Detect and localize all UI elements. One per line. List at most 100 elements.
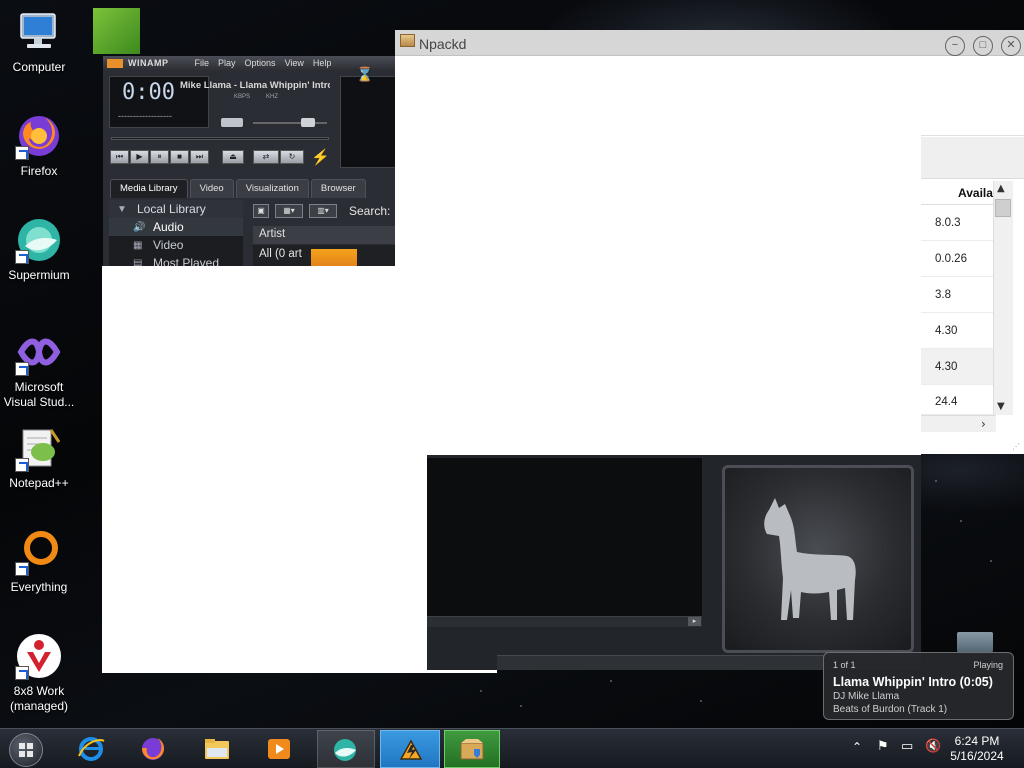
resize-grip-icon[interactable]: ⋰ <box>1012 442 1021 451</box>
scroll-down-icon[interactable]: ▼ <box>997 401 1005 412</box>
seek-bar[interactable] <box>111 137 329 140</box>
playback-time: 0:00 <box>122 80 175 105</box>
recycle-bin-icon[interactable] <box>957 632 993 654</box>
tab-visualization[interactable]: Visualization <box>235 179 309 198</box>
desktop-icon-label: Microsoft Visual Stud... <box>3 380 75 409</box>
volume-slider[interactable] <box>301 118 315 127</box>
library-tabs: Media Library Video Visualization Browse… <box>110 179 366 198</box>
start-button[interactable] <box>9 733 43 767</box>
desktop-icon-firefox[interactable]: Firefox <box>0 112 78 179</box>
taskbar-npackd[interactable] <box>444 730 500 768</box>
winamp-menu: File Play Options View Help <box>195 58 341 68</box>
version-cell[interactable]: 0.0.26 <box>921 241 993 277</box>
lightning-icon[interactable]: ⚡ <box>311 148 330 166</box>
balance-slider[interactable] <box>221 118 243 127</box>
npackd-icon <box>460 739 484 760</box>
video-scrollbar[interactable] <box>427 616 702 627</box>
desktop-icon-everything[interactable]: Everything <box>0 528 78 595</box>
menu-view[interactable]: View <box>285 58 304 68</box>
album-art-panel <box>722 465 914 653</box>
menu-play[interactable]: Play <box>218 58 236 68</box>
artist-column-header[interactable]: Artist <box>253 226 395 244</box>
tree-item-most-played[interactable]: ▤ Most Played <box>109 254 243 266</box>
desktop-icon-8x8-work[interactable]: 8x8 Work (managed) <box>0 632 78 714</box>
npackd-titlebar[interactable]: Npackd − □ ✕ <box>395 30 1024 56</box>
taskbar-file-explorer[interactable] <box>190 730 244 768</box>
shortcut-arrow-icon <box>15 666 29 680</box>
network-icon[interactable]: ▭ <box>901 739 913 768</box>
scroll-right-icon[interactable]: ▸ <box>688 617 701 626</box>
minimize-button[interactable]: − <box>945 36 965 56</box>
winamp-icon <box>399 739 423 760</box>
show-hidden-icons-chevron-icon[interactable]: ⌃ <box>852 740 862 768</box>
desktop-icon-notepadpp[interactable]: Notepad++ <box>0 424 78 491</box>
scroll-up-icon[interactable]: ▲ <box>997 183 1005 194</box>
wallpaper-star <box>935 480 937 482</box>
stop-button[interactable]: ■ <box>170 150 189 164</box>
wallpaper-star <box>520 705 522 707</box>
shuffle-button[interactable]: ⇄ <box>253 150 279 164</box>
winamp-logo-icon <box>107 58 123 68</box>
tree-label: Video <box>153 238 184 252</box>
tab-video[interactable]: Video <box>189 179 234 198</box>
list-icon: ▤ <box>133 257 143 267</box>
version-cell[interactable]: 24.4 <box>921 385 993 415</box>
view-mode-dropdown[interactable]: ▦▾ <box>275 204 303 218</box>
version-cell[interactable]: 3.8 <box>921 277 993 313</box>
computer-icon <box>15 8 63 56</box>
desktop-icon-computer[interactable]: Computer <box>0 8 78 75</box>
play-button[interactable]: ▶ <box>130 150 149 164</box>
column-header-available[interactable]: Available <box>921 181 993 205</box>
notepadpp-icon <box>15 424 63 472</box>
firefox-icon <box>15 112 63 160</box>
tab-browser[interactable]: Browser <box>310 179 366 198</box>
desktop-icon-visual-studio[interactable]: Microsoft Visual Stud... <box>0 328 78 410</box>
visualizer-panel <box>340 76 395 168</box>
tab-media-library[interactable]: Media Library <box>110 179 188 198</box>
previous-button[interactable]: ⏮ <box>110 150 129 164</box>
desktop-icon-supermium[interactable]: Supermium <box>0 216 78 283</box>
album-art-toggle-icon[interactable]: ▣ <box>253 204 269 218</box>
tree-item-audio[interactable]: 🔊 Audio <box>109 218 243 236</box>
volume-muted-icon[interactable]: 🔇 <box>925 739 941 768</box>
notification-artist: DJ Mike Llama <box>833 691 900 702</box>
menu-help[interactable]: Help <box>313 58 332 68</box>
desktop-icon-label: Everything <box>10 580 68 594</box>
action-center-flag-icon[interactable]: ⚑ <box>877 739 889 768</box>
maximize-button[interactable]: □ <box>973 36 993 56</box>
version-cell[interactable]: 8.0.3 <box>921 205 993 241</box>
next-button[interactable]: ⏭ <box>190 150 209 164</box>
taskbar-media-player[interactable] <box>252 730 306 768</box>
tree-local-library[interactable]: ▼ Local Library <box>109 200 243 218</box>
desktop-icon-partial[interactable] <box>93 8 140 54</box>
pause-button[interactable]: ⏸ <box>150 150 169 164</box>
repeat-button[interactable]: ↻ <box>280 150 304 164</box>
wallpaper-star <box>990 560 992 562</box>
columns-dropdown[interactable]: ▥▾ <box>309 204 337 218</box>
now-playing-notification[interactable]: 1 of 1 Playing Llama Whippin' Intro (0:0… <box>823 652 1014 720</box>
track-title: Mike Llama - Llama Whippin' Intro <box>180 80 330 91</box>
eject-button[interactable]: ⏏ <box>222 150 244 164</box>
version-cell[interactable]: 4.30 <box>921 313 993 349</box>
wallpaper-star <box>610 680 612 682</box>
taskbar-internet-explorer[interactable] <box>64 730 118 768</box>
tree-item-video[interactable]: ▦ Video <box>109 236 243 254</box>
media-player-icon <box>268 739 290 759</box>
menu-file[interactable]: File <box>195 58 210 68</box>
tree-label: Audio <box>153 220 184 234</box>
version-cell[interactable]: 4.30 <box>921 349 993 385</box>
supermium-icon <box>334 739 356 761</box>
menu-options[interactable]: Options <box>245 58 276 68</box>
taskbar-firefox[interactable] <box>126 730 180 768</box>
winamp-window: WINAMP File Play Options View Help 0:00 ----… <box>103 56 395 266</box>
notification-count: 1 of 1 <box>833 660 856 670</box>
taskbar-supermium[interactable] <box>317 730 375 768</box>
scroll-right-icon[interactable]: › <box>981 417 986 431</box>
taskbar-winamp[interactable] <box>380 730 440 768</box>
volume-track <box>253 122 327 124</box>
close-button[interactable]: ✕ <box>1001 36 1021 56</box>
winamp-titlebar[interactable]: WINAMP File Play Options View Help <box>103 56 395 70</box>
library-toolbar: ▣ ▦▾ ▥▾ Search: <box>253 201 395 221</box>
scrollbar-thumb[interactable] <box>995 199 1011 217</box>
system-clock[interactable]: 6:24 PM 5/16/2024 <box>940 734 1014 764</box>
